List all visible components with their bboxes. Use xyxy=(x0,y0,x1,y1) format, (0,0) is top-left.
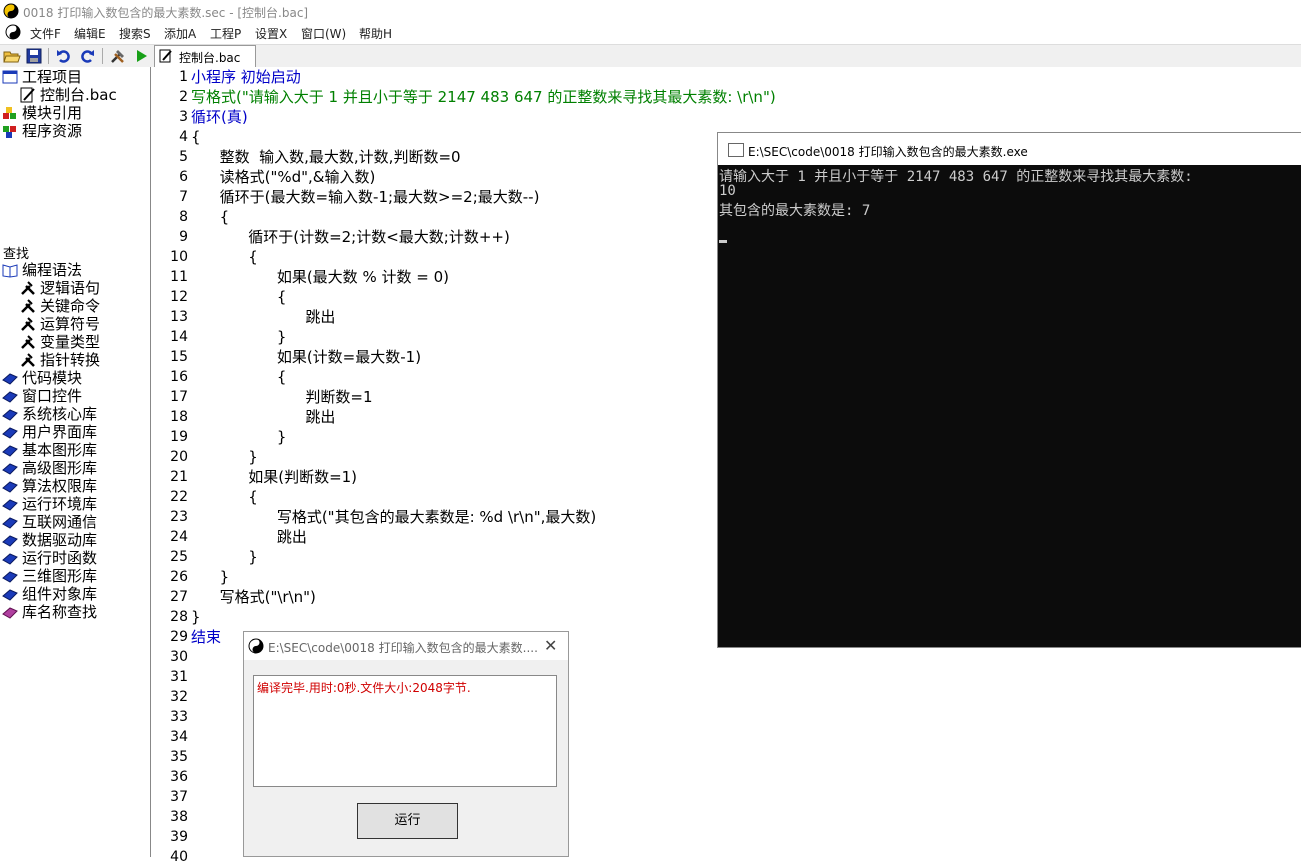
menu-window[interactable]: 窗口(W) xyxy=(301,25,346,42)
undo-icon[interactable] xyxy=(55,47,73,65)
book-icon xyxy=(2,463,18,475)
book-icon xyxy=(2,409,18,421)
menu-project[interactable]: 工程P xyxy=(210,25,241,42)
menu-file[interactable]: 文件F xyxy=(30,25,61,42)
tree-item-label: 控制台.bac xyxy=(40,86,117,104)
compile-output-box[interactable]: 编译完毕.用时:0秒.文件大小:2048字节. xyxy=(253,675,557,787)
redo-icon[interactable] xyxy=(78,47,96,65)
yin-yang-icon[interactable] xyxy=(5,24,21,40)
console-output[interactable]: 请输入大于 1 并且小于等于 2147 483 647 的正整数来寻找其最大素数… xyxy=(718,165,1301,647)
tools-icon xyxy=(21,299,35,313)
open-folder-icon[interactable] xyxy=(3,47,21,65)
book-icon xyxy=(2,427,18,439)
menu-edit[interactable]: 编辑E xyxy=(74,25,106,42)
tree-item-label: 逻辑语句 xyxy=(40,279,101,297)
compile-dialog[interactable]: E:\SEC\code\0018 打印输入数包含的最大素数.... ✕ 编译完毕… xyxy=(243,631,569,857)
tree-item-label: 代码模块 xyxy=(22,369,83,387)
yin-yang-icon xyxy=(3,3,19,19)
console-line: 请输入大于 1 并且小于等于 2147 483 647 的正整数来寻找其最大素数… xyxy=(719,169,1193,185)
dialog-title: E:\SEC\code\0018 打印输入数包含的最大素数.... xyxy=(268,641,538,655)
toolbar-separator xyxy=(102,48,103,64)
menu-search[interactable]: 搜索S xyxy=(119,25,151,42)
menu-help[interactable]: 帮助H xyxy=(359,25,392,42)
dialog-title-bar[interactable]: E:\SEC\code\0018 打印输入数包含的最大素数.... ✕ xyxy=(244,632,568,660)
compile-message: 编译完毕.用时:0秒.文件大小:2048字节. xyxy=(257,681,471,695)
console-title: E:\SEC\code\0018 打印输入数包含的最大素数.exe xyxy=(748,145,1028,159)
menu-add[interactable]: 添加A xyxy=(164,25,196,42)
title-bar: 0018 打印输入数包含的最大素数.sec - [控制台.bac] xyxy=(0,0,1301,22)
tree-item-label: 运行时函数 xyxy=(22,549,98,567)
book-icon xyxy=(2,481,18,493)
book-icon xyxy=(2,445,18,457)
book-icon xyxy=(2,535,18,547)
tools-icon xyxy=(21,317,35,331)
close-icon[interactable]: ✕ xyxy=(544,636,557,655)
tree-item-label: 用户界面库 xyxy=(22,423,98,441)
open-book-icon xyxy=(2,264,18,278)
menu-bar: 文件F 编辑E 搜索S 添加A 工程P 设置X 窗口(W) 帮助H xyxy=(0,22,1301,42)
code-file-icon xyxy=(20,87,35,103)
tree-item-label: 程序资源 xyxy=(22,122,83,140)
book-icon xyxy=(2,517,18,529)
tree-item-label: 指针转换 xyxy=(40,351,101,369)
book-icon xyxy=(2,589,18,601)
tab-label: 控制台.bac xyxy=(179,51,241,65)
tree-item-label: 模块引用 xyxy=(22,104,83,122)
window-icon xyxy=(2,70,18,84)
book-icon xyxy=(2,571,18,583)
tree-item-label: 基本图形库 xyxy=(22,441,98,459)
tab-console-bac[interactable]: 控制台.bac xyxy=(154,45,256,67)
find-label: 查找 xyxy=(3,247,30,262)
text-cursor xyxy=(719,240,727,243)
run-play-icon[interactable] xyxy=(132,47,150,65)
tree-item-label: 运算符号 xyxy=(40,315,101,333)
resources-icon xyxy=(3,126,16,138)
tree-item-label: 关键命令 xyxy=(40,297,101,315)
tree-item-label: 运行环境库 xyxy=(22,495,98,513)
run-button[interactable]: 运行 xyxy=(357,803,458,839)
purple-book-icon xyxy=(2,607,18,619)
toolbar-separator xyxy=(48,48,49,64)
toolbar: 控制台.bac xyxy=(0,44,1301,67)
tree-item-label: 系统核心库 xyxy=(22,405,98,423)
tree-item-label: 数据驱动库 xyxy=(22,531,98,549)
book-icon xyxy=(2,553,18,565)
sidebar: 工程项目 控制台.bac 模块引用 程序资源 查找 编程语法 逻辑语句 关键命令… xyxy=(0,67,151,857)
tree-item-label: 组件对象库 xyxy=(22,585,98,603)
tree-item-label: 编程语法 xyxy=(22,261,83,279)
console-line: 10 xyxy=(719,183,736,199)
console-title-bar[interactable]: E:\SEC\code\0018 打印输入数包含的最大素数.exe xyxy=(718,133,1301,165)
console-line: 其包含的最大素数是: 7 xyxy=(719,203,871,219)
tree-item-label: 三维图形库 xyxy=(22,567,98,585)
tools-icon xyxy=(21,353,35,367)
book-icon xyxy=(2,373,18,385)
yin-yang-icon xyxy=(248,638,264,654)
book-icon xyxy=(2,391,18,403)
window-title: 0018 打印输入数包含的最大素数.sec - [控制台.bac] xyxy=(23,6,309,20)
tools-icon xyxy=(21,335,35,349)
code-file-icon xyxy=(159,49,172,63)
tools-icon xyxy=(21,281,35,295)
console-window[interactable]: E:\SEC\code\0018 打印输入数包含的最大素数.exe 请输入大于 … xyxy=(717,132,1301,648)
menu-settings[interactable]: 设置X xyxy=(255,25,287,42)
build-tools-icon[interactable] xyxy=(109,47,127,65)
tree-item-label: 算法权限库 xyxy=(22,477,98,495)
modules-icon xyxy=(3,107,16,119)
tree-item-label: 高级图形库 xyxy=(22,459,98,477)
console-app-icon xyxy=(728,143,744,157)
tree-item-label: 窗口控件 xyxy=(22,387,83,405)
tree-item-label: 工程项目 xyxy=(22,68,83,86)
tree-item-label: 变量类型 xyxy=(40,333,101,351)
tree-item-label: 互联网通信 xyxy=(22,513,98,531)
save-icon[interactable] xyxy=(25,47,43,65)
tree-item-label: 库名称查找 xyxy=(22,603,98,621)
book-icon xyxy=(2,499,18,511)
